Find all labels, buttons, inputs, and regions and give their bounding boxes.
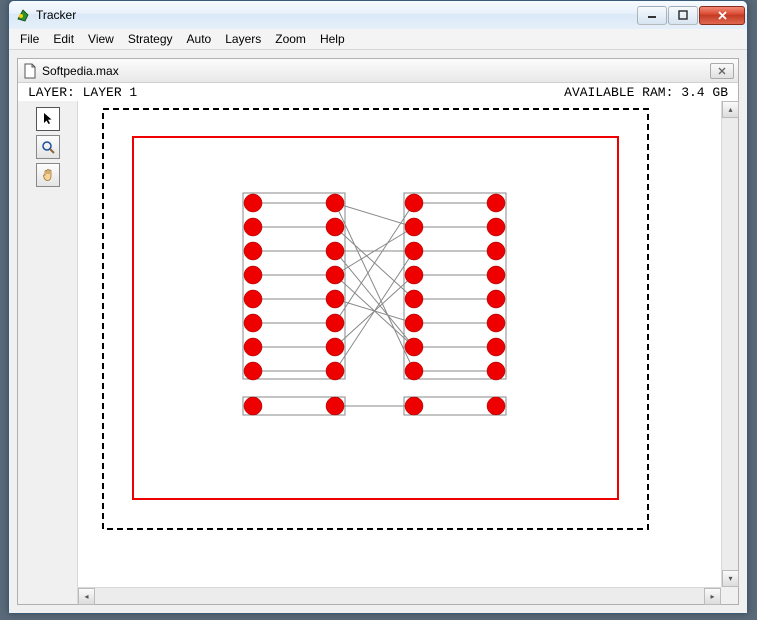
menu-layers[interactable]: Layers (218, 30, 268, 48)
layer-status: LAYER: LAYER 1 (28, 85, 564, 100)
minimize-button[interactable] (637, 6, 667, 25)
pan-tool[interactable] (36, 163, 60, 187)
maximize-button[interactable] (668, 6, 698, 25)
scroll-down-button[interactable]: ▾ (722, 570, 739, 587)
menu-edit[interactable]: Edit (46, 30, 81, 48)
scroll-left-button[interactable]: ◂ (78, 588, 95, 605)
menu-file[interactable]: File (13, 30, 46, 48)
hscroll-track[interactable] (95, 588, 704, 604)
scroll-right-button[interactable]: ▸ (704, 588, 721, 605)
close-button[interactable] (699, 6, 745, 25)
window-title: Tracker (36, 8, 637, 22)
menu-help[interactable]: Help (313, 30, 352, 48)
menu-zoom[interactable]: Zoom (268, 30, 313, 48)
scroll-up-button[interactable]: ▴ (722, 101, 739, 118)
scroll-corner (721, 587, 738, 604)
app-icon (15, 7, 31, 23)
titlebar[interactable]: Tracker (9, 1, 747, 29)
ram-status: AVAILABLE RAM: 3.4 GB (564, 85, 728, 100)
horizontal-scrollbar[interactable]: ◂ ▸ (78, 587, 721, 604)
window-controls (637, 6, 745, 25)
pointer-icon (41, 112, 55, 126)
menu-view[interactable]: View (81, 30, 121, 48)
pointer-tool[interactable] (36, 107, 60, 131)
menubar: File Edit View Strategy Auto Layers Zoom… (9, 29, 747, 50)
canvas-wrap: ▴ ▾ ◂ ▸ (78, 101, 738, 604)
status-bar: LAYER: LAYER 1 AVAILABLE RAM: 3.4 GB (18, 83, 738, 101)
vscroll-track[interactable] (722, 118, 738, 570)
document-close-button[interactable] (710, 63, 734, 79)
document-title: Softpedia.max (42, 64, 710, 78)
hand-icon (41, 168, 55, 182)
document-window: Softpedia.max LAYER: LAYER 1 AVAILABLE R… (17, 58, 739, 605)
magnifier-icon (41, 140, 55, 154)
client-area: Softpedia.max LAYER: LAYER 1 AVAILABLE R… (9, 50, 747, 613)
menu-auto[interactable]: Auto (180, 30, 219, 48)
menu-strategy[interactable]: Strategy (121, 30, 180, 48)
pcb-diagram (78, 101, 718, 571)
tool-palette (18, 101, 78, 604)
vertical-scrollbar[interactable]: ▴ ▾ (721, 101, 738, 587)
document-titlebar[interactable]: Softpedia.max (18, 59, 738, 83)
app-window: Tracker File Edit View Strategy Auto Lay… (8, 0, 748, 614)
canvas[interactable] (78, 101, 721, 587)
document-body: ▴ ▾ ◂ ▸ (18, 101, 738, 604)
document-icon (22, 63, 38, 79)
zoom-tool[interactable] (36, 135, 60, 159)
